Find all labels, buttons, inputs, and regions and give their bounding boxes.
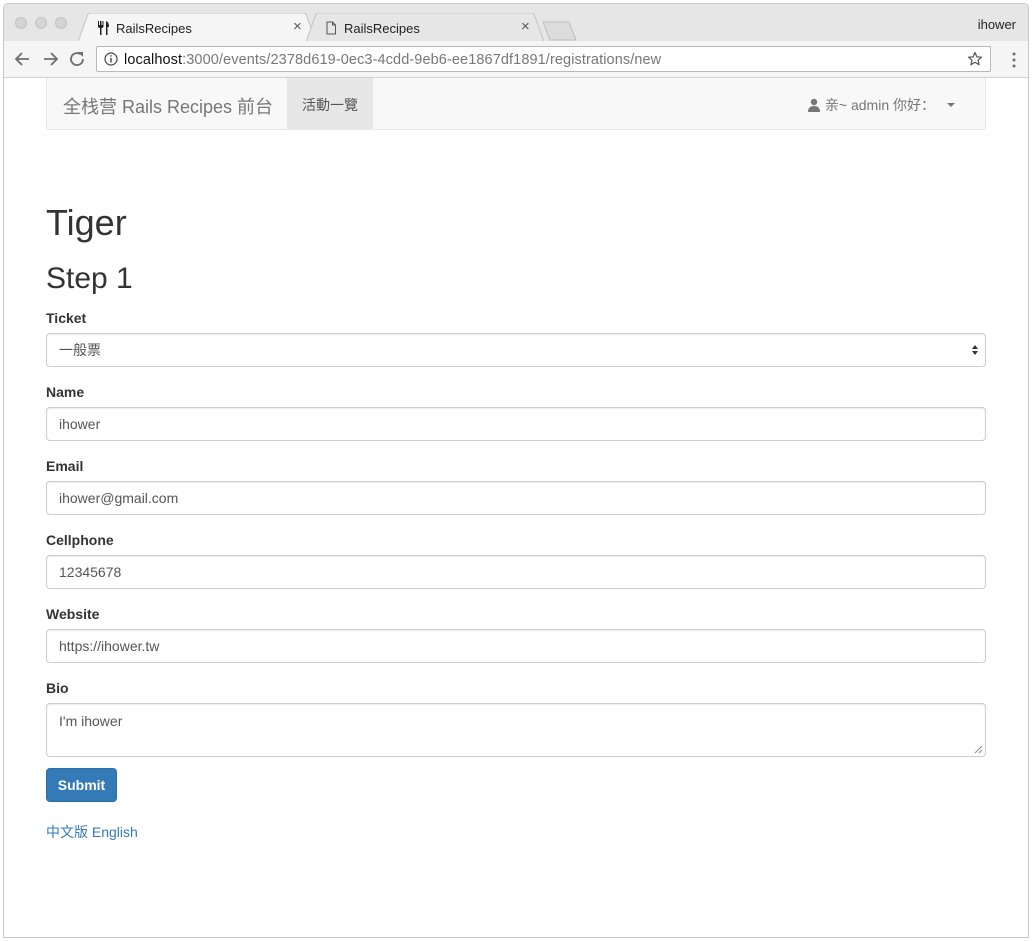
url-text: localhost:3000/events/2378d619-0ec3-4cdd…: [124, 52, 661, 68]
close-window-button[interactable]: [15, 17, 27, 29]
cellphone-label: Cellphone: [46, 532, 114, 548]
reload-icon[interactable]: [67, 49, 87, 69]
new-tab-button[interactable]: [542, 21, 578, 41]
website-input[interactable]: [46, 629, 986, 663]
info-icon[interactable]: [104, 52, 118, 66]
ticket-select[interactable]: 一般票: [46, 333, 986, 367]
caret-down-icon: [947, 103, 955, 107]
user-greeting: 亲~ admin 你好：: [824, 97, 935, 113]
language-links: 中文版 English: [46, 822, 138, 842]
website-label: Website: [46, 606, 100, 622]
document-icon: [326, 21, 336, 35]
select-arrows-icon: [972, 345, 978, 355]
profile-name[interactable]: ihower: [978, 17, 1016, 32]
name-input[interactable]: [46, 407, 986, 441]
navbar-brand[interactable]: 全栈营 Rails Recipes 前台: [63, 93, 273, 119]
step-heading: Step 1: [46, 262, 133, 295]
page-viewport: 全栈营 Rails Recipes 前台 活動一覽 亲~ admin 你好： T…: [4, 78, 1028, 937]
browser-menu-icon[interactable]: [1012, 52, 1016, 68]
ticket-selected-value: 一般票: [59, 342, 101, 358]
event-title: Tiger: [46, 202, 127, 243]
name-label: Name: [46, 384, 85, 400]
browser-toolbar: localhost:3000/events/2378d619-0ec3-4cdd…: [4, 41, 1028, 78]
ticket-label: Ticket: [46, 310, 87, 326]
tab-title: RailsRecipes: [344, 21, 420, 36]
nav-item-events[interactable]: 活動一覽: [287, 78, 373, 129]
lang-link-zh[interactable]: 中文版: [46, 824, 88, 840]
nav-item-label: 活動一覽: [302, 97, 358, 113]
url-host: localhost: [124, 52, 183, 68]
tab-strip: RailsRecipes × RailsRecipes × ihower: [4, 4, 1028, 42]
bio-textarea[interactable]: I'm ihower: [46, 703, 986, 757]
tab-title: RailsRecipes: [116, 21, 192, 36]
close-tab-icon[interactable]: ×: [293, 18, 302, 36]
back-arrow-icon[interactable]: [13, 49, 33, 69]
user-icon: [807, 98, 820, 112]
site-navbar: 全栈营 Rails Recipes 前台 活動一覽 亲~ admin 你好：: [46, 78, 986, 130]
lang-link-en[interactable]: English: [92, 824, 138, 840]
bookmark-star-icon[interactable]: [967, 51, 983, 67]
submit-button[interactable]: Submit: [46, 768, 117, 802]
url-path: :3000/events/2378d619-0ec3-4cdd-9eb6-ee1…: [182, 52, 662, 68]
bio-label: Bio: [46, 680, 69, 696]
resize-grip-icon[interactable]: [974, 745, 983, 754]
browser-window: RailsRecipes × RailsRecipes × ihower loc…: [3, 3, 1029, 938]
fork-knife-icon: [98, 21, 109, 35]
email-input[interactable]: [46, 481, 986, 515]
forward-arrow-icon[interactable]: [40, 49, 60, 69]
user-dropdown[interactable]: 亲~ admin 你好：: [807, 95, 955, 115]
minimize-window-button[interactable]: [35, 17, 47, 29]
email-label: Email: [46, 458, 84, 474]
maximize-window-button[interactable]: [55, 17, 67, 29]
tab-railsrecipes-active[interactable]: RailsRecipes ×: [78, 13, 316, 42]
address-bar[interactable]: localhost:3000/events/2378d619-0ec3-4cdd…: [96, 46, 991, 72]
close-tab-icon[interactable]: ×: [521, 18, 530, 36]
bio-field-wrapper: I'm ihower: [46, 703, 986, 757]
tab-railsrecipes[interactable]: RailsRecipes ×: [306, 13, 544, 42]
cellphone-input[interactable]: [46, 555, 986, 589]
